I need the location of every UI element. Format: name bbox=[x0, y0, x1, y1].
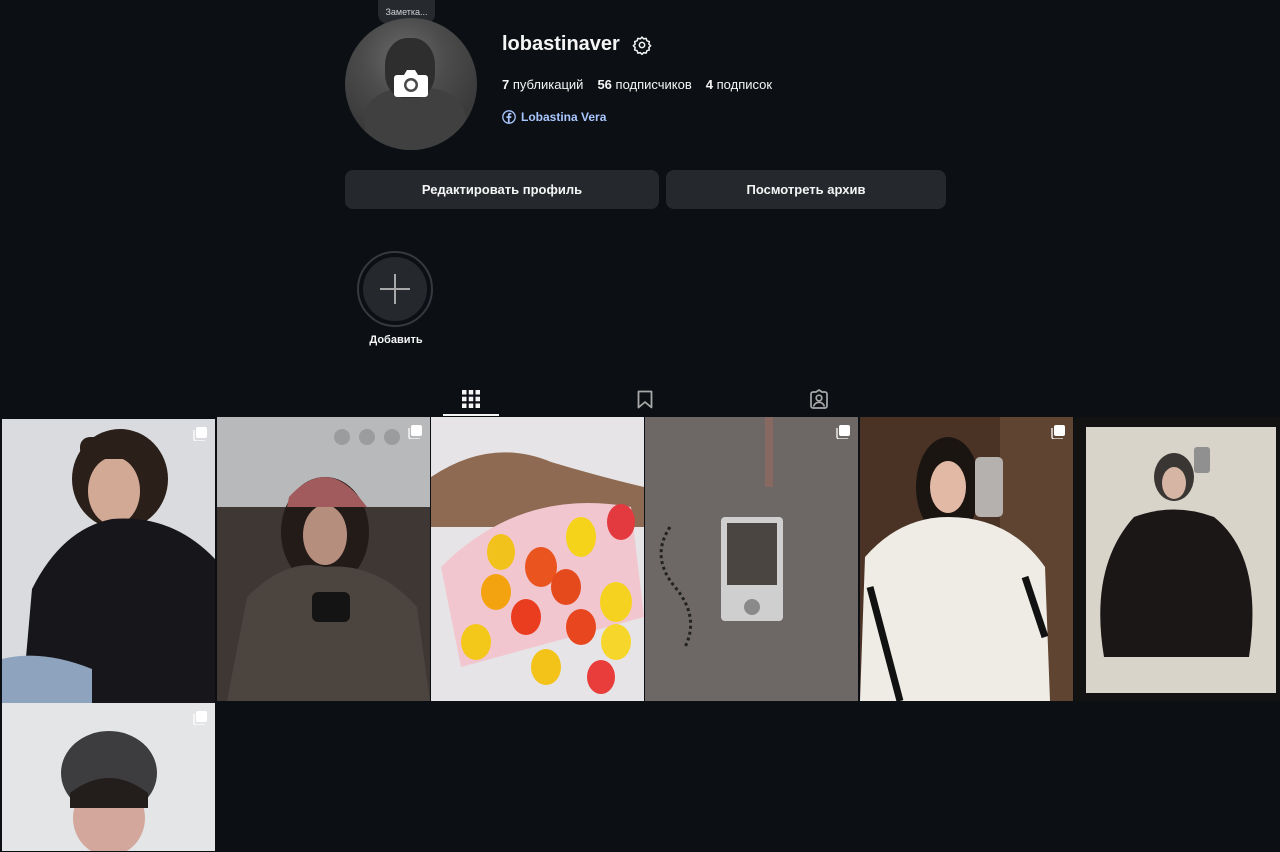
carousel-icon bbox=[836, 425, 850, 439]
post-photo bbox=[2, 703, 215, 851]
followers-label: подписчиков bbox=[615, 77, 692, 92]
post-photo bbox=[431, 417, 644, 701]
bookmark-icon bbox=[637, 390, 653, 408]
post-thumbnail[interactable] bbox=[431, 417, 644, 701]
carousel-icon bbox=[193, 711, 207, 725]
tab-tagged[interactable] bbox=[791, 383, 847, 415]
gear-icon[interactable] bbox=[632, 35, 652, 55]
following-label: подписок bbox=[716, 77, 773, 92]
view-archive-button[interactable]: Посмотреть архив bbox=[666, 170, 946, 209]
facebook-icon bbox=[502, 110, 516, 124]
post-thumbnail[interactable] bbox=[1074, 417, 1280, 701]
username: lobastinaver bbox=[502, 33, 620, 55]
post-photo bbox=[1074, 417, 1280, 701]
following-count: 4 bbox=[705, 77, 713, 92]
new-highlight-label: Добавить bbox=[369, 334, 423, 346]
post-thumbnail[interactable] bbox=[217, 417, 430, 701]
posts-label: публикаций bbox=[512, 77, 584, 92]
post-thumbnail[interactable] bbox=[2, 703, 215, 851]
avatar[interactable] bbox=[345, 18, 477, 150]
post-photo bbox=[645, 417, 858, 701]
facebook-link-text: Lobastina Vera bbox=[521, 110, 607, 124]
facebook-link[interactable]: Lobastina Vera bbox=[502, 110, 606, 124]
note-text: Заметка... bbox=[385, 7, 428, 17]
post-thumbnail[interactable] bbox=[2, 419, 215, 703]
post-photo bbox=[2, 419, 215, 703]
camera-icon bbox=[394, 70, 428, 97]
profile-stats: 7 публикаций 56 подписчиков 4 подписок bbox=[502, 77, 772, 92]
carousel-icon bbox=[193, 427, 207, 441]
grid-icon bbox=[462, 389, 480, 408]
posts-count: 7 bbox=[502, 77, 510, 92]
edit-profile-button[interactable]: Редактировать профиль bbox=[345, 170, 659, 209]
followers-stat[interactable]: 56 подписчиков bbox=[597, 77, 691, 92]
posts-stat[interactable]: 7 публикаций bbox=[502, 77, 583, 92]
tab-posts[interactable] bbox=[443, 383, 499, 416]
new-highlight-button[interactable] bbox=[363, 257, 427, 321]
plus-icon bbox=[380, 274, 410, 304]
tab-saved[interactable] bbox=[617, 383, 673, 415]
followers-count: 56 bbox=[597, 77, 612, 92]
carousel-icon bbox=[408, 425, 422, 439]
post-photo bbox=[860, 417, 1073, 701]
post-photo bbox=[217, 417, 430, 701]
post-thumbnail[interactable] bbox=[645, 417, 858, 701]
following-stat[interactable]: 4 подписок bbox=[706, 77, 772, 92]
post-thumbnail[interactable] bbox=[860, 417, 1073, 701]
carousel-icon bbox=[1051, 425, 1065, 439]
tagged-user-icon bbox=[810, 389, 828, 409]
